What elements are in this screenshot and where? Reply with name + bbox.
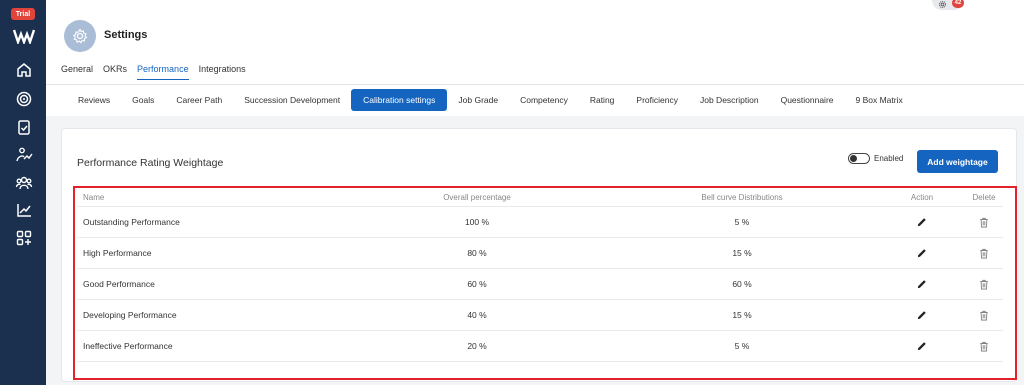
edit-icon[interactable] bbox=[917, 310, 927, 320]
edit-icon[interactable] bbox=[917, 279, 927, 289]
sidebar: Trial bbox=[0, 0, 46, 385]
edit-icon[interactable] bbox=[917, 248, 927, 258]
table-row: Developing Performance 40 % 15 % bbox=[77, 300, 1003, 331]
weightage-card: Performance Rating Weightage Enabled Add… bbox=[61, 128, 1017, 382]
apps-add-icon[interactable] bbox=[15, 229, 33, 247]
row-name: High Performance bbox=[83, 248, 152, 258]
row-name: Developing Performance bbox=[83, 310, 177, 320]
header-name: Name bbox=[83, 193, 105, 202]
settings-gear-icon bbox=[938, 0, 947, 9]
subnav-reviews[interactable]: Reviews bbox=[67, 89, 121, 111]
row-bell: 5 % bbox=[734, 341, 750, 351]
tab-okrs[interactable]: OKRs bbox=[103, 64, 127, 80]
card-title: Performance Rating Weightage bbox=[77, 157, 224, 169]
subnav-rating[interactable]: Rating bbox=[579, 89, 626, 111]
delete-icon[interactable] bbox=[979, 217, 989, 228]
table-header: Name Overall percentage Bell curve Distr… bbox=[77, 189, 1003, 207]
add-weightage-button[interactable]: Add weightage bbox=[917, 150, 998, 173]
row-overall: 60 % bbox=[467, 279, 487, 289]
row-bell: 60 % bbox=[732, 279, 752, 289]
notification-badge: 42 bbox=[952, 0, 964, 8]
row-bell: 15 % bbox=[732, 248, 752, 258]
home-icon[interactable] bbox=[15, 61, 33, 79]
subnav-proficiency[interactable]: Proficiency bbox=[625, 89, 689, 111]
table-row: High Performance 80 % 15 % bbox=[77, 238, 1003, 269]
subnav-goals[interactable]: Goals bbox=[121, 89, 165, 111]
delete-icon[interactable] bbox=[979, 248, 989, 259]
edit-icon[interactable] bbox=[917, 217, 927, 227]
subnav-questionnaire[interactable]: Questionnaire bbox=[770, 89, 845, 111]
tab-integrations[interactable]: Integrations bbox=[199, 64, 246, 80]
performance-icon[interactable] bbox=[15, 146, 33, 164]
row-overall: 100 % bbox=[464, 217, 490, 227]
delete-icon[interactable] bbox=[979, 341, 989, 352]
subnav-career-path[interactable]: Career Path bbox=[165, 89, 233, 111]
performance-subnav: Reviews Goals Career Path Succession Dev… bbox=[46, 85, 1024, 116]
settings-tabs: General OKRs Performance Integrations bbox=[61, 64, 246, 80]
row-name: Ineffective Performance bbox=[83, 341, 173, 351]
subnav-competency[interactable]: Competency bbox=[509, 89, 579, 111]
delete-icon[interactable] bbox=[979, 310, 989, 321]
subnav-9-box-matrix[interactable]: 9 Box Matrix bbox=[845, 89, 914, 111]
subnav-job-description[interactable]: Job Description bbox=[689, 89, 770, 111]
team-icon[interactable] bbox=[15, 174, 33, 192]
row-overall: 40 % bbox=[467, 310, 487, 320]
row-overall: 80 % bbox=[467, 248, 487, 258]
subnav-succession-development[interactable]: Succession Development bbox=[233, 89, 351, 111]
enabled-toggle[interactable] bbox=[848, 153, 870, 164]
toggle-label: Enabled bbox=[874, 154, 904, 163]
table-row: Good Performance 60 % 60 % bbox=[77, 269, 1003, 300]
subnav-calibration-settings[interactable]: Calibration settings bbox=[351, 89, 448, 111]
trial-badge: Trial bbox=[11, 8, 35, 20]
clipboard-icon[interactable] bbox=[15, 118, 33, 136]
tab-general[interactable]: General bbox=[61, 64, 93, 80]
gear-icon bbox=[72, 28, 88, 44]
analytics-icon[interactable] bbox=[15, 201, 33, 219]
row-overall: 20 % bbox=[467, 341, 487, 351]
target-icon[interactable] bbox=[15, 90, 33, 108]
row-bell: 15 % bbox=[732, 310, 752, 320]
table-row: Outstanding Performance 100 % 5 % bbox=[77, 207, 1003, 238]
subnav-job-grade[interactable]: Job Grade bbox=[447, 89, 509, 111]
logo-icon[interactable] bbox=[13, 28, 35, 44]
page-title: Settings bbox=[104, 29, 148, 41]
table-row: Ineffective Performance 20 % 5 % bbox=[77, 331, 1003, 362]
header-bell-curve: Bell curve Distributions bbox=[701, 193, 783, 202]
header-delete: Delete bbox=[972, 193, 996, 202]
tab-performance[interactable]: Performance bbox=[137, 64, 189, 80]
page-header: Settings 42 General OKRs Performance Int… bbox=[46, 0, 1024, 84]
row-bell: 5 % bbox=[734, 217, 750, 227]
settings-avatar bbox=[64, 20, 96, 52]
row-name: Good Performance bbox=[83, 279, 155, 289]
edit-icon[interactable] bbox=[917, 341, 927, 351]
header-action: Action bbox=[910, 193, 934, 202]
weightage-table: Name Overall percentage Bell curve Distr… bbox=[77, 189, 1003, 362]
delete-icon[interactable] bbox=[979, 279, 989, 290]
toggle-knob bbox=[850, 155, 857, 162]
header-overall-percentage: Overall percentage bbox=[443, 193, 511, 202]
row-name: Outstanding Performance bbox=[83, 217, 180, 227]
